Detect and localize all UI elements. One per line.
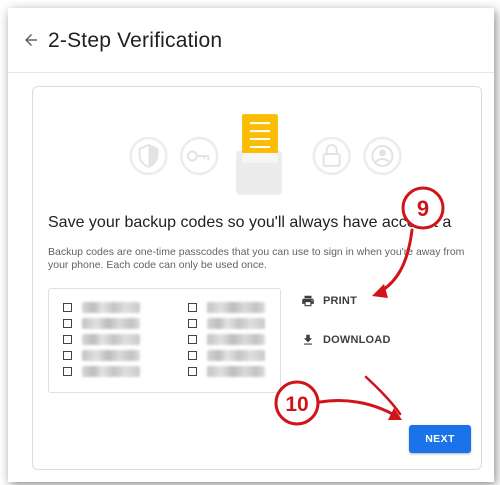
backup-codes-list bbox=[48, 288, 281, 393]
code-value bbox=[82, 318, 140, 329]
code-checkbox[interactable] bbox=[63, 367, 72, 376]
codes-column-right bbox=[188, 301, 265, 381]
page-title: 2-Step Verification bbox=[48, 29, 223, 52]
code-value bbox=[207, 350, 265, 361]
download-label: DOWNLOAD bbox=[323, 334, 391, 346]
print-label: PRINT bbox=[323, 295, 357, 307]
codes-column-left bbox=[63, 301, 140, 381]
shield-icon bbox=[129, 136, 168, 176]
code-checkbox[interactable] bbox=[188, 319, 197, 328]
backup-codes-heading: Save your backup codes so you'll always … bbox=[48, 214, 452, 231]
backup-codes-description: Backup codes are one-time passcodes that… bbox=[48, 246, 465, 271]
account-icon bbox=[363, 136, 402, 176]
code-checkbox[interactable] bbox=[63, 303, 72, 312]
back-arrow-icon[interactable] bbox=[22, 31, 40, 49]
code-checkbox[interactable] bbox=[188, 303, 197, 312]
app-window: 2-Step Verification Save your backup cod… bbox=[8, 8, 494, 482]
code-checkbox[interactable] bbox=[63, 319, 72, 328]
code-row bbox=[188, 349, 265, 362]
lock-icon bbox=[312, 136, 351, 176]
backup-codes-note-icon bbox=[236, 114, 282, 195]
code-row bbox=[63, 317, 140, 330]
code-value bbox=[207, 366, 265, 377]
print-button[interactable]: PRINT bbox=[301, 294, 391, 308]
code-row bbox=[63, 333, 140, 346]
print-icon bbox=[302, 295, 314, 307]
code-checkbox[interactable] bbox=[63, 335, 72, 344]
code-checkbox[interactable] bbox=[188, 351, 197, 360]
hero-illustration bbox=[129, 114, 402, 195]
code-checkbox[interactable] bbox=[63, 351, 72, 360]
download-button[interactable]: DOWNLOAD bbox=[301, 333, 391, 347]
code-value bbox=[82, 350, 140, 361]
backup-actions: PRINT DOWNLOAD bbox=[301, 294, 391, 347]
code-row bbox=[188, 317, 265, 330]
code-value bbox=[82, 334, 140, 345]
code-value bbox=[82, 366, 140, 377]
code-row bbox=[63, 365, 140, 378]
code-checkbox[interactable] bbox=[188, 367, 197, 376]
backup-codes-card: Save your backup codes so you'll always … bbox=[32, 86, 482, 470]
code-row bbox=[188, 301, 265, 314]
download-icon bbox=[303, 334, 313, 345]
code-value bbox=[82, 302, 140, 313]
code-value bbox=[207, 334, 265, 345]
code-value bbox=[207, 318, 265, 329]
code-row bbox=[63, 301, 140, 314]
code-row bbox=[188, 365, 265, 378]
code-row bbox=[188, 333, 265, 346]
key-icon bbox=[180, 136, 219, 176]
top-bar: 2-Step Verification bbox=[8, 8, 494, 73]
code-row bbox=[63, 349, 140, 362]
code-value bbox=[207, 302, 265, 313]
code-checkbox[interactable] bbox=[188, 335, 197, 344]
next-button[interactable]: NEXT bbox=[409, 425, 471, 453]
